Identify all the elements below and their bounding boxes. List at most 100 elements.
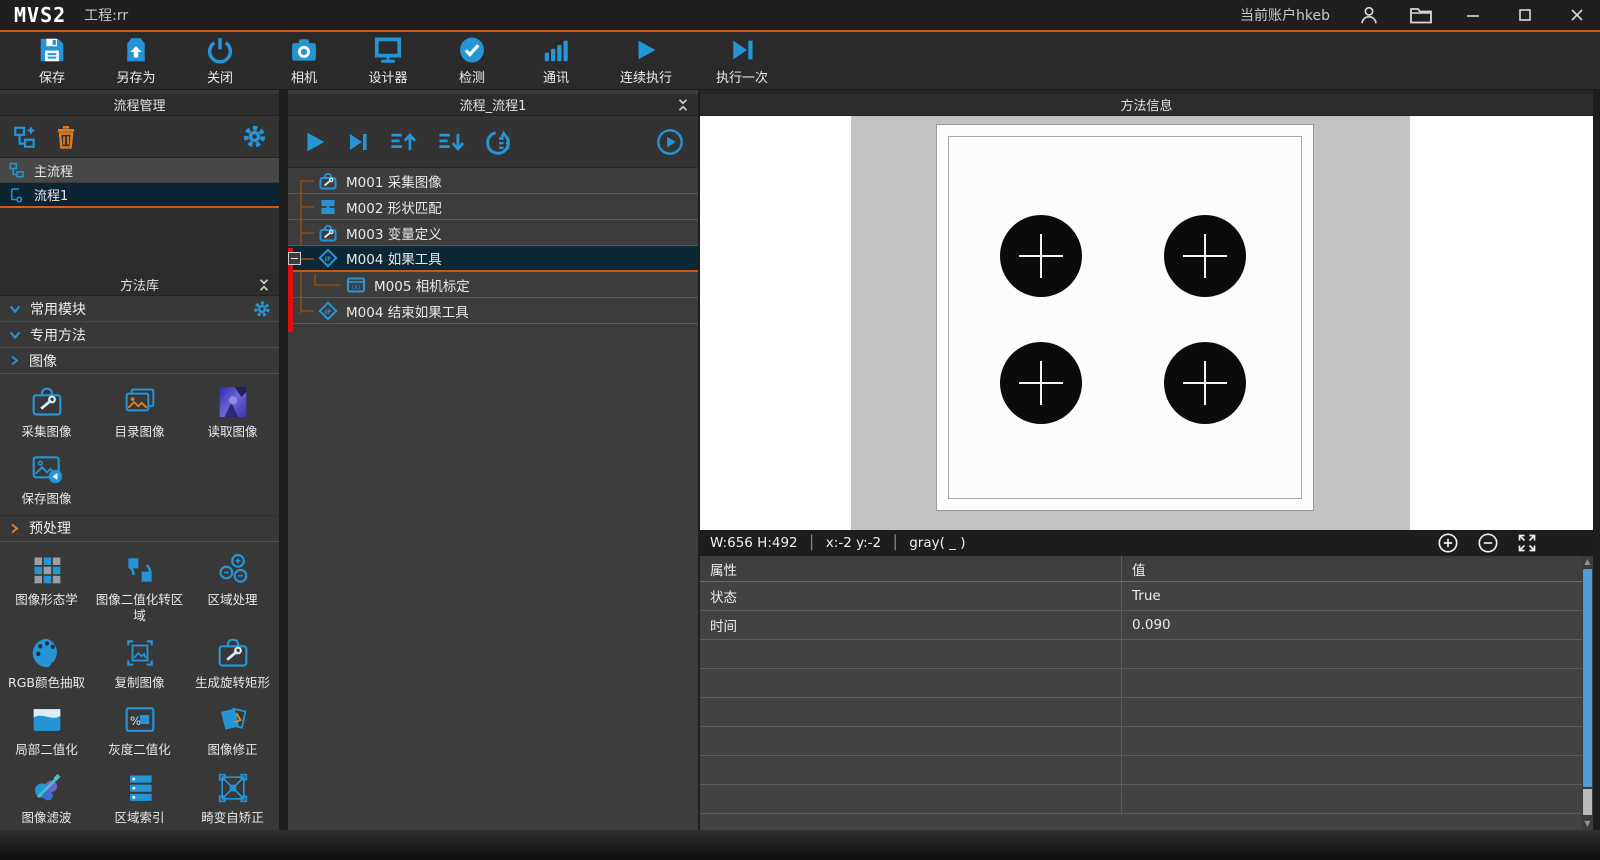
flow-module-label: M004 如果工具: [346, 248, 442, 268]
table-scrollbar[interactable]: ▲ ▼: [1582, 556, 1593, 830]
flow-tree-label: 流程1: [34, 185, 68, 204]
zoom-out-icon[interactable]: [1477, 532, 1499, 554]
scrollbar-down-arrow[interactable]: ▼: [1582, 819, 1593, 829]
flow-module-m002[interactable]: M002 形状匹配: [288, 194, 698, 220]
lib-item-morphology[interactable]: 图像形态学: [0, 546, 93, 630]
library-settings-gear-icon[interactable]: [253, 300, 271, 318]
lib-item-distortion-correct[interactable]: 畸变自矫正: [186, 764, 279, 831]
close-project-button[interactable]: 关闭: [182, 32, 258, 88]
table-row[interactable]: [700, 785, 1593, 814]
camera-button[interactable]: 相机: [266, 32, 342, 88]
lib-item-copy-image[interactable]: 复制图像: [93, 629, 186, 696]
flow-tree-item-main[interactable]: 主流程: [0, 158, 279, 183]
user-account-icon[interactable]: [1346, 1, 1392, 29]
save-button[interactable]: 保存: [14, 32, 90, 88]
collapse-group-toggle[interactable]: [288, 252, 301, 265]
move-up-icon[interactable]: [388, 128, 418, 156]
percent-threshold-icon: %: [120, 700, 160, 740]
lib-item-image-correct[interactable]: 图像修正: [186, 696, 279, 763]
image-statusbar: W:656 H:492 │ x:-2 y:-2 │ gray( _ ): [700, 530, 1593, 556]
method-library-title: 方法库: [120, 275, 159, 294]
save-as-button[interactable]: 另存为: [98, 32, 174, 88]
fit-view-icon[interactable]: [1517, 533, 1537, 553]
account-label: 当前账户hkeb: [1240, 5, 1330, 25]
lib-item-directory-image[interactable]: 目录图像: [93, 378, 186, 445]
wave-image-icon: [27, 700, 67, 740]
table-row[interactable]: [700, 756, 1593, 785]
svg-text:%: %: [130, 714, 141, 728]
lib-section-image[interactable]: 图像: [0, 348, 279, 374]
lib-item-rotated-rect[interactable]: 生成旋转矩形: [186, 629, 279, 696]
lib-section-preprocess[interactable]: 预处理: [0, 516, 279, 542]
communication-button[interactable]: 通讯: [518, 32, 594, 88]
detect-label: 检测: [459, 67, 485, 86]
flow-module-m004-endif[interactable]: M004 结束如果工具: [288, 298, 698, 324]
image-size-label: W:656 H:492: [710, 535, 798, 551]
table-row[interactable]: 状态 True: [700, 582, 1593, 611]
flow-tree-icon: [8, 161, 26, 179]
endif-tool-icon: [318, 301, 338, 321]
add-flow-icon[interactable]: [12, 124, 38, 150]
flow-panel-title: 流程_流程1: [460, 95, 527, 114]
maximize-button[interactable]: [1502, 1, 1548, 29]
binarize-region-icon: [120, 550, 160, 590]
lib-item-local-binarize[interactable]: 局部二值化: [0, 696, 93, 763]
calibration-dot: [1000, 342, 1082, 424]
lib-item-read-image[interactable]: 读取图像: [186, 378, 279, 445]
flow-module-m005[interactable]: (X) M005 相机标定: [288, 272, 698, 298]
lib-item-binarize-to-region[interactable]: 图像二值化转区域: [93, 546, 186, 630]
run-single-module-icon[interactable]: [656, 128, 684, 156]
lib-section-common-modules[interactable]: 常用模块: [0, 296, 279, 322]
lib-section-label: 图像: [29, 351, 57, 371]
table-row[interactable]: [700, 640, 1593, 669]
preprocess-methods-grid: 图像形态学 图像二值化转区域 区域处理 RGB颜色抽取: [0, 542, 279, 831]
copy-image-icon: [120, 633, 160, 673]
collapse-panel-icon[interactable]: [676, 98, 690, 112]
scrollbar-up-arrow[interactable]: ▲: [1582, 557, 1593, 567]
designer-button[interactable]: 设计器: [350, 32, 426, 88]
zoom-in-icon[interactable]: [1437, 532, 1459, 554]
lib-item-image-filter[interactable]: 图像滤波: [0, 764, 93, 831]
flow-manager-header: 流程管理: [0, 94, 279, 116]
run-continuous-label: 连续执行: [620, 67, 672, 86]
flow-module-m004-if[interactable]: M004 如果工具: [288, 246, 698, 272]
image-viewer[interactable]: [700, 116, 1593, 530]
value-column-header: 值: [1122, 556, 1593, 581]
flow-tree-item-flow1[interactable]: 流程1: [0, 183, 279, 208]
minimize-button[interactable]: [1450, 1, 1496, 29]
delete-flow-icon[interactable]: [54, 124, 78, 150]
pixel-value-label: gray( _ ): [909, 535, 965, 551]
table-row[interactable]: 时间 0.090: [700, 611, 1593, 640]
scrollbar-thumb[interactable]: [1583, 569, 1592, 787]
table-row[interactable]: [700, 698, 1593, 727]
flow-module-m001[interactable]: M001 采集图像: [288, 168, 698, 194]
close-button[interactable]: [1554, 1, 1600, 29]
camera-icon: [289, 35, 319, 65]
step-flow-icon[interactable]: [346, 130, 370, 154]
open-folder-icon[interactable]: [1398, 1, 1444, 29]
flow-module-label: M003 变量定义: [346, 223, 442, 243]
run-flow-icon[interactable]: [302, 129, 328, 155]
lib-item-save-image[interactable]: 保存图像: [0, 445, 93, 512]
lib-item-rgb-extract[interactable]: RGB颜色抽取: [0, 629, 93, 696]
flow-module-m003[interactable]: M003 变量定义: [288, 220, 698, 246]
loop-list-icon[interactable]: [484, 128, 514, 156]
table-row[interactable]: [700, 669, 1593, 698]
lib-section-special-methods[interactable]: 专用方法: [0, 322, 279, 348]
move-down-icon[interactable]: [436, 128, 466, 156]
lib-item-region-process[interactable]: 区域处理: [186, 546, 279, 630]
lib-section-label: 预处理: [29, 518, 71, 538]
collapse-panel-icon[interactable]: [257, 278, 271, 292]
lib-item-region-index[interactable]: 区域索引: [93, 764, 186, 831]
table-row[interactable]: [700, 727, 1593, 756]
run-continuous-button[interactable]: 连续执行: [602, 32, 690, 88]
lib-item-grab-image[interactable]: 采集图像: [0, 378, 93, 445]
flow-settings-gear-icon[interactable]: [242, 124, 267, 149]
check-circle-icon: [457, 35, 487, 65]
flow-module-label: M005 相机标定: [374, 275, 470, 295]
lib-item-gray-binarize[interactable]: % 灰度二值化: [93, 696, 186, 763]
photo-thumbnail-icon: [213, 382, 253, 422]
run-once-button[interactable]: 执行一次: [698, 32, 786, 88]
morphology-cubes-icon: [27, 550, 67, 590]
detect-button[interactable]: 检测: [434, 32, 510, 88]
